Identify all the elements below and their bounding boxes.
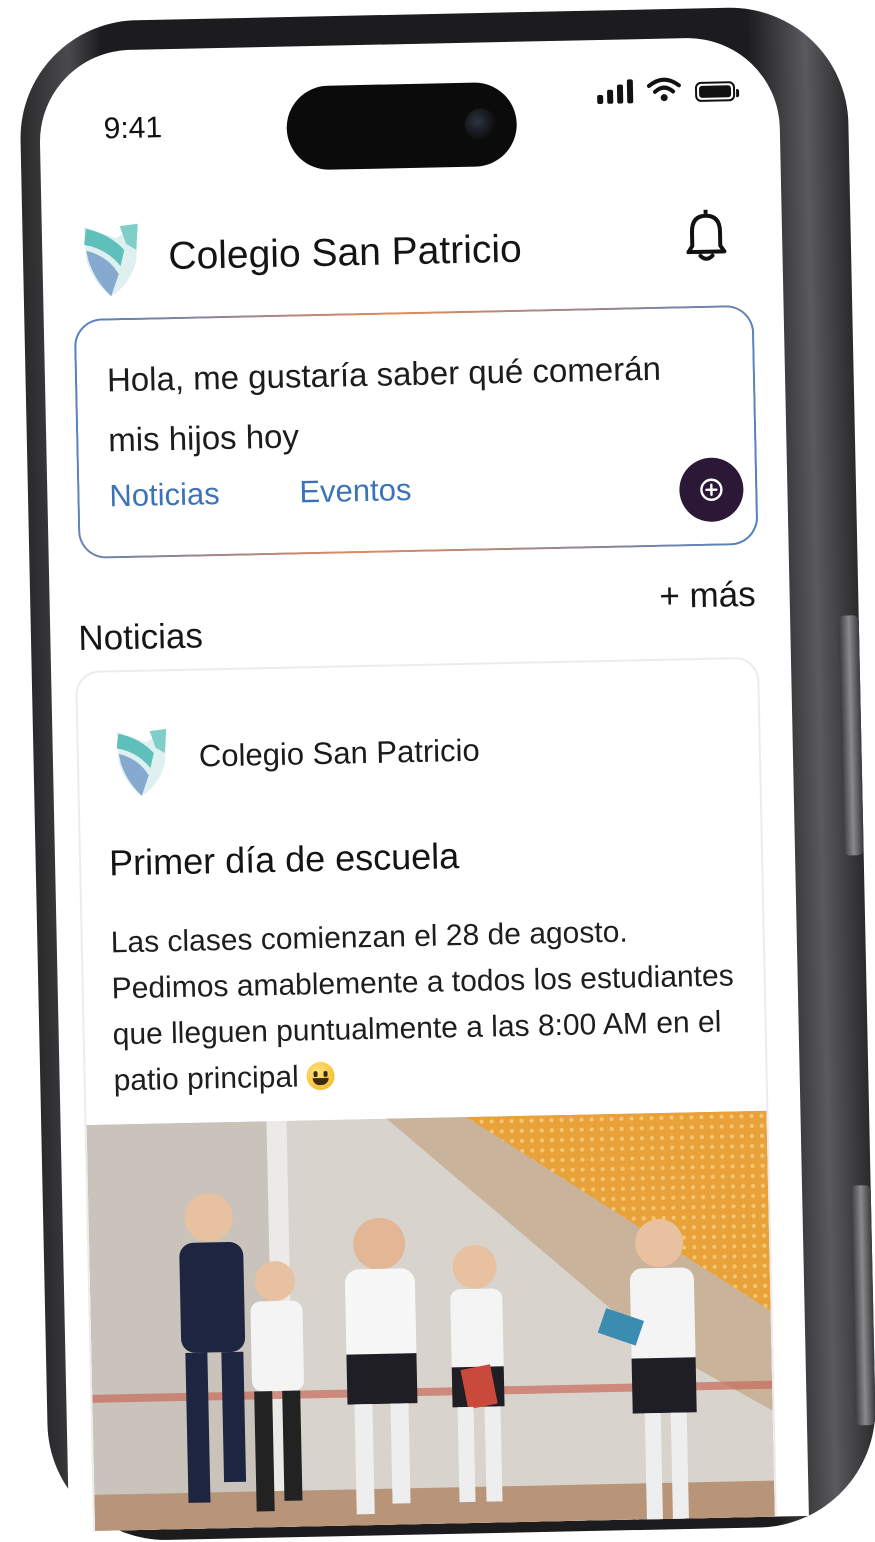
school-shield-logo-icon [116, 728, 167, 796]
news-body-text: Las clases comienzan el 28 de agosto. Pe… [110, 915, 734, 1098]
news-section-title: Noticias [77, 616, 204, 659]
app-header: Colegio San Patricio [80, 205, 742, 309]
phone-screen: 9:41 Colegio San Patricio Hola, me gusta… [38, 36, 809, 1532]
news-title: Primer día de escuela [108, 835, 460, 884]
status-icons [597, 75, 736, 105]
app-title: Colegio San Patricio [167, 227, 523, 279]
news-card[interactable]: Colegio San Patricio Primer día de escue… [75, 656, 778, 1532]
battery-icon [694, 81, 736, 102]
tab-eventos[interactable]: Eventos [299, 472, 412, 510]
news-photo [86, 1110, 777, 1532]
add-circle-icon [700, 478, 723, 501]
side-button-upper [838, 615, 864, 856]
add-button[interactable] [678, 457, 745, 523]
side-button-lower [850, 1185, 875, 1426]
wifi-icon [646, 77, 681, 102]
news-body: Las clases comienzan el 28 de agosto. Pe… [110, 907, 754, 1104]
smiley-emoji-icon [306, 1061, 336, 1091]
assistant-prompt-text[interactable]: Hola, me gustaría saber qué comerán mis … [106, 338, 688, 470]
more-news-link[interactable]: + más [659, 575, 756, 617]
assistant-prompt-card[interactable]: Hola, me gustaría saber qué comerán mis … [73, 304, 759, 560]
bell-icon[interactable] [683, 205, 728, 262]
status-time: 9:41 [103, 111, 163, 146]
camera-icon [464, 108, 498, 141]
tab-noticias[interactable]: Noticias [109, 476, 220, 514]
signal-icon [597, 77, 634, 105]
school-shield-logo-icon [83, 223, 138, 297]
dynamic-island [285, 81, 518, 171]
news-author: Colegio San Patricio [198, 732, 481, 774]
